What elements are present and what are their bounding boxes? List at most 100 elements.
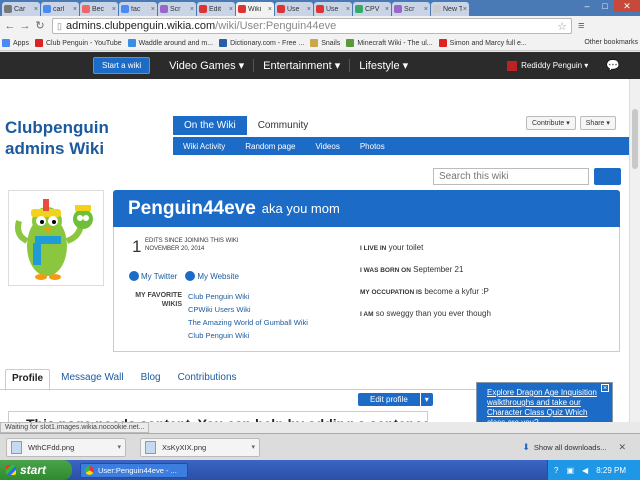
browser-tab[interactable]: Use × bbox=[314, 2, 352, 16]
tab-close-icon[interactable]: × bbox=[151, 6, 155, 13]
scrollbar-thumb[interactable] bbox=[632, 109, 638, 169]
browser-toolbar: ← → ↻ ▯ admins.clubpenguin.wikia.com /wi… bbox=[0, 16, 640, 36]
browser-tab[interactable]: fac × bbox=[119, 2, 157, 16]
back-icon[interactable]: ← bbox=[3, 19, 17, 33]
download-item[interactable]: WthCFdd.png ▾ bbox=[6, 437, 126, 457]
chevron-down-icon[interactable]: ▾ bbox=[117, 443, 121, 451]
close-icon[interactable]: × bbox=[601, 384, 609, 392]
tab-contributions[interactable]: Contributions bbox=[172, 369, 243, 391]
bookmark-item[interactable]: Apps bbox=[2, 39, 29, 47]
hub-video-games[interactable]: Video Games ▾ bbox=[160, 59, 253, 72]
search-button[interactable] bbox=[594, 168, 621, 185]
browser-tab[interactable]: New T × bbox=[431, 2, 469, 16]
reload-icon[interactable]: ↻ bbox=[33, 19, 47, 33]
tab-title: Use bbox=[287, 5, 300, 13]
promo-box[interactable]: Explore Dragon Age Inquisition walkthrou… bbox=[476, 382, 613, 422]
browser-tab[interactable]: Scr × bbox=[158, 2, 196, 16]
edit-profile-dropdown-icon[interactable]: ▾ bbox=[420, 393, 433, 406]
tab-close-icon[interactable]: × bbox=[463, 6, 467, 13]
taskbar-window-chrome[interactable]: User:Penguin44eve - ... bbox=[80, 462, 188, 478]
browser-tab[interactable]: Use × bbox=[275, 2, 313, 16]
bookmark-favicon-icon bbox=[438, 39, 447, 47]
download-item[interactable]: XsKyXIX.png ▾ bbox=[140, 437, 260, 457]
tab-close-icon[interactable]: × bbox=[346, 6, 350, 13]
search-input[interactable]: Search this wiki bbox=[433, 168, 589, 185]
favorite-wiki-link[interactable]: The Amazing World of Gumball Wiki bbox=[188, 316, 308, 329]
subnav-wiki-activity[interactable]: Wiki Activity bbox=[173, 142, 235, 151]
favorite-wiki-link[interactable]: Club Penguin Wiki bbox=[188, 329, 308, 342]
tab-close-icon[interactable]: × bbox=[424, 6, 428, 13]
fact-born-on: I WAS BORN ON September 21 bbox=[360, 259, 491, 281]
tab-community[interactable]: Community bbox=[247, 116, 320, 135]
bookmark-item[interactable]: Club Penguin - YouTube bbox=[34, 39, 122, 47]
vertical-scrollbar[interactable] bbox=[629, 79, 640, 422]
share-button[interactable]: Share ▾ bbox=[579, 116, 616, 130]
volume-icon[interactable]: ◀ bbox=[582, 466, 588, 475]
hub-lifestyle[interactable]: Lifestyle ▾ bbox=[349, 59, 417, 72]
minimize-button[interactable]: – bbox=[578, 0, 596, 12]
close-window-button[interactable]: ✕ bbox=[614, 0, 640, 12]
hub-entertainment[interactable]: Entertainment ▾ bbox=[253, 59, 349, 72]
tab-close-icon[interactable]: × bbox=[112, 6, 116, 13]
bookmark-star-icon[interactable]: ☆ bbox=[557, 20, 567, 33]
favorite-wiki-link[interactable]: CPWiki Users Wiki bbox=[188, 303, 308, 316]
user-menu[interactable]: Rediddy Penguin ▾ 💬 bbox=[507, 59, 620, 72]
other-bookmarks[interactable]: Other bookmarks bbox=[584, 39, 638, 46]
tab-close-icon[interactable]: × bbox=[307, 6, 311, 13]
my-twitter-link[interactable]: My Twitter bbox=[129, 271, 177, 281]
subnav-videos[interactable]: Videos bbox=[306, 142, 350, 151]
tab-close-icon[interactable]: × bbox=[385, 6, 389, 13]
edits-since-date: NOVEMBER 20, 2014 bbox=[145, 246, 205, 252]
maximize-button[interactable]: □ bbox=[596, 0, 614, 12]
browser-tab[interactable]: carl × bbox=[41, 2, 79, 16]
twitter-icon bbox=[129, 271, 139, 281]
subnav-photos[interactable]: Photos bbox=[350, 142, 395, 151]
tab-on-the-wiki[interactable]: On the Wiki bbox=[173, 116, 247, 135]
bookmark-item[interactable]: Minecraft Wiki - The ul... bbox=[346, 39, 433, 47]
favorite-wikis-label: MY FAVORITE WIKIS bbox=[132, 291, 182, 309]
favorite-wiki-link[interactable]: Club Penguin Wiki bbox=[188, 290, 308, 303]
download-filename: WthCFdd.png bbox=[28, 442, 75, 452]
profile-tabs: Profile Message Wall Blog Contributions bbox=[5, 369, 248, 391]
notifications-icon[interactable]: 💬 bbox=[606, 59, 620, 72]
chrome-menu-icon[interactable]: ≡ bbox=[578, 20, 584, 32]
forward-icon[interactable]: → bbox=[18, 19, 32, 33]
username-label: Rediddy Penguin ▾ bbox=[521, 61, 589, 70]
browser-tab[interactable]: Scr × bbox=[392, 2, 430, 16]
edit-count: 1 bbox=[132, 237, 142, 256]
tab-close-icon[interactable]: × bbox=[73, 6, 77, 13]
tab-close-icon[interactable]: × bbox=[268, 6, 272, 13]
contribute-button[interactable]: Contribute ▾ bbox=[526, 116, 576, 130]
bookmark-item[interactable]: Dictionary.com - Free ... bbox=[219, 39, 304, 47]
help-icon[interactable]: ? bbox=[554, 466, 558, 475]
fact-value: so sweggy than you ever though bbox=[375, 309, 491, 318]
close-shelf-icon[interactable]: ✕ bbox=[618, 442, 626, 453]
browser-tab[interactable]: CPV × bbox=[353, 2, 391, 16]
start-a-wiki-button[interactable]: Start a wiki bbox=[93, 57, 151, 74]
start-button[interactable]: start bbox=[0, 460, 72, 480]
bookmark-item[interactable]: Waddle around and m... bbox=[127, 39, 213, 47]
bookmark-item[interactable]: Simon and Marcy full e... bbox=[438, 39, 527, 47]
other-bookmarks-label: Other bookmarks bbox=[584, 39, 638, 46]
show-all-downloads[interactable]: ⬇ Show all downloads... ✕ bbox=[522, 442, 626, 453]
browser-tab[interactable]: Edit × bbox=[197, 2, 235, 16]
browser-tab[interactable]: Car × bbox=[2, 2, 40, 16]
browser-tab[interactable]: Wiki × bbox=[236, 2, 274, 16]
my-website-link[interactable]: My Website bbox=[185, 271, 239, 281]
address-bar[interactable]: ▯ admins.clubpenguin.wikia.com /wiki/Use… bbox=[52, 18, 572, 34]
browser-tab[interactable]: Bec × bbox=[80, 2, 118, 16]
tab-message-wall[interactable]: Message Wall bbox=[55, 369, 129, 391]
bookmark-item[interactable]: Snails bbox=[310, 39, 340, 47]
tab-profile[interactable]: Profile bbox=[5, 369, 51, 391]
subnav-random-page[interactable]: Random page bbox=[235, 142, 305, 151]
tab-close-icon[interactable]: × bbox=[190, 6, 194, 13]
chevron-down-icon[interactable]: ▾ bbox=[251, 443, 255, 451]
edit-profile-button[interactable]: Edit profile bbox=[358, 393, 420, 406]
show-all-downloads-label: Show all downloads... bbox=[533, 442, 607, 452]
tab-close-icon[interactable]: × bbox=[229, 6, 233, 13]
network-icon[interactable]: ▣ bbox=[566, 466, 574, 475]
tab-blog[interactable]: Blog bbox=[135, 369, 167, 391]
tab-close-icon[interactable]: × bbox=[34, 6, 38, 13]
wiki-name[interactable]: Clubpenguin admins Wiki bbox=[5, 117, 109, 159]
my-twitter-label: My Twitter bbox=[141, 271, 178, 281]
